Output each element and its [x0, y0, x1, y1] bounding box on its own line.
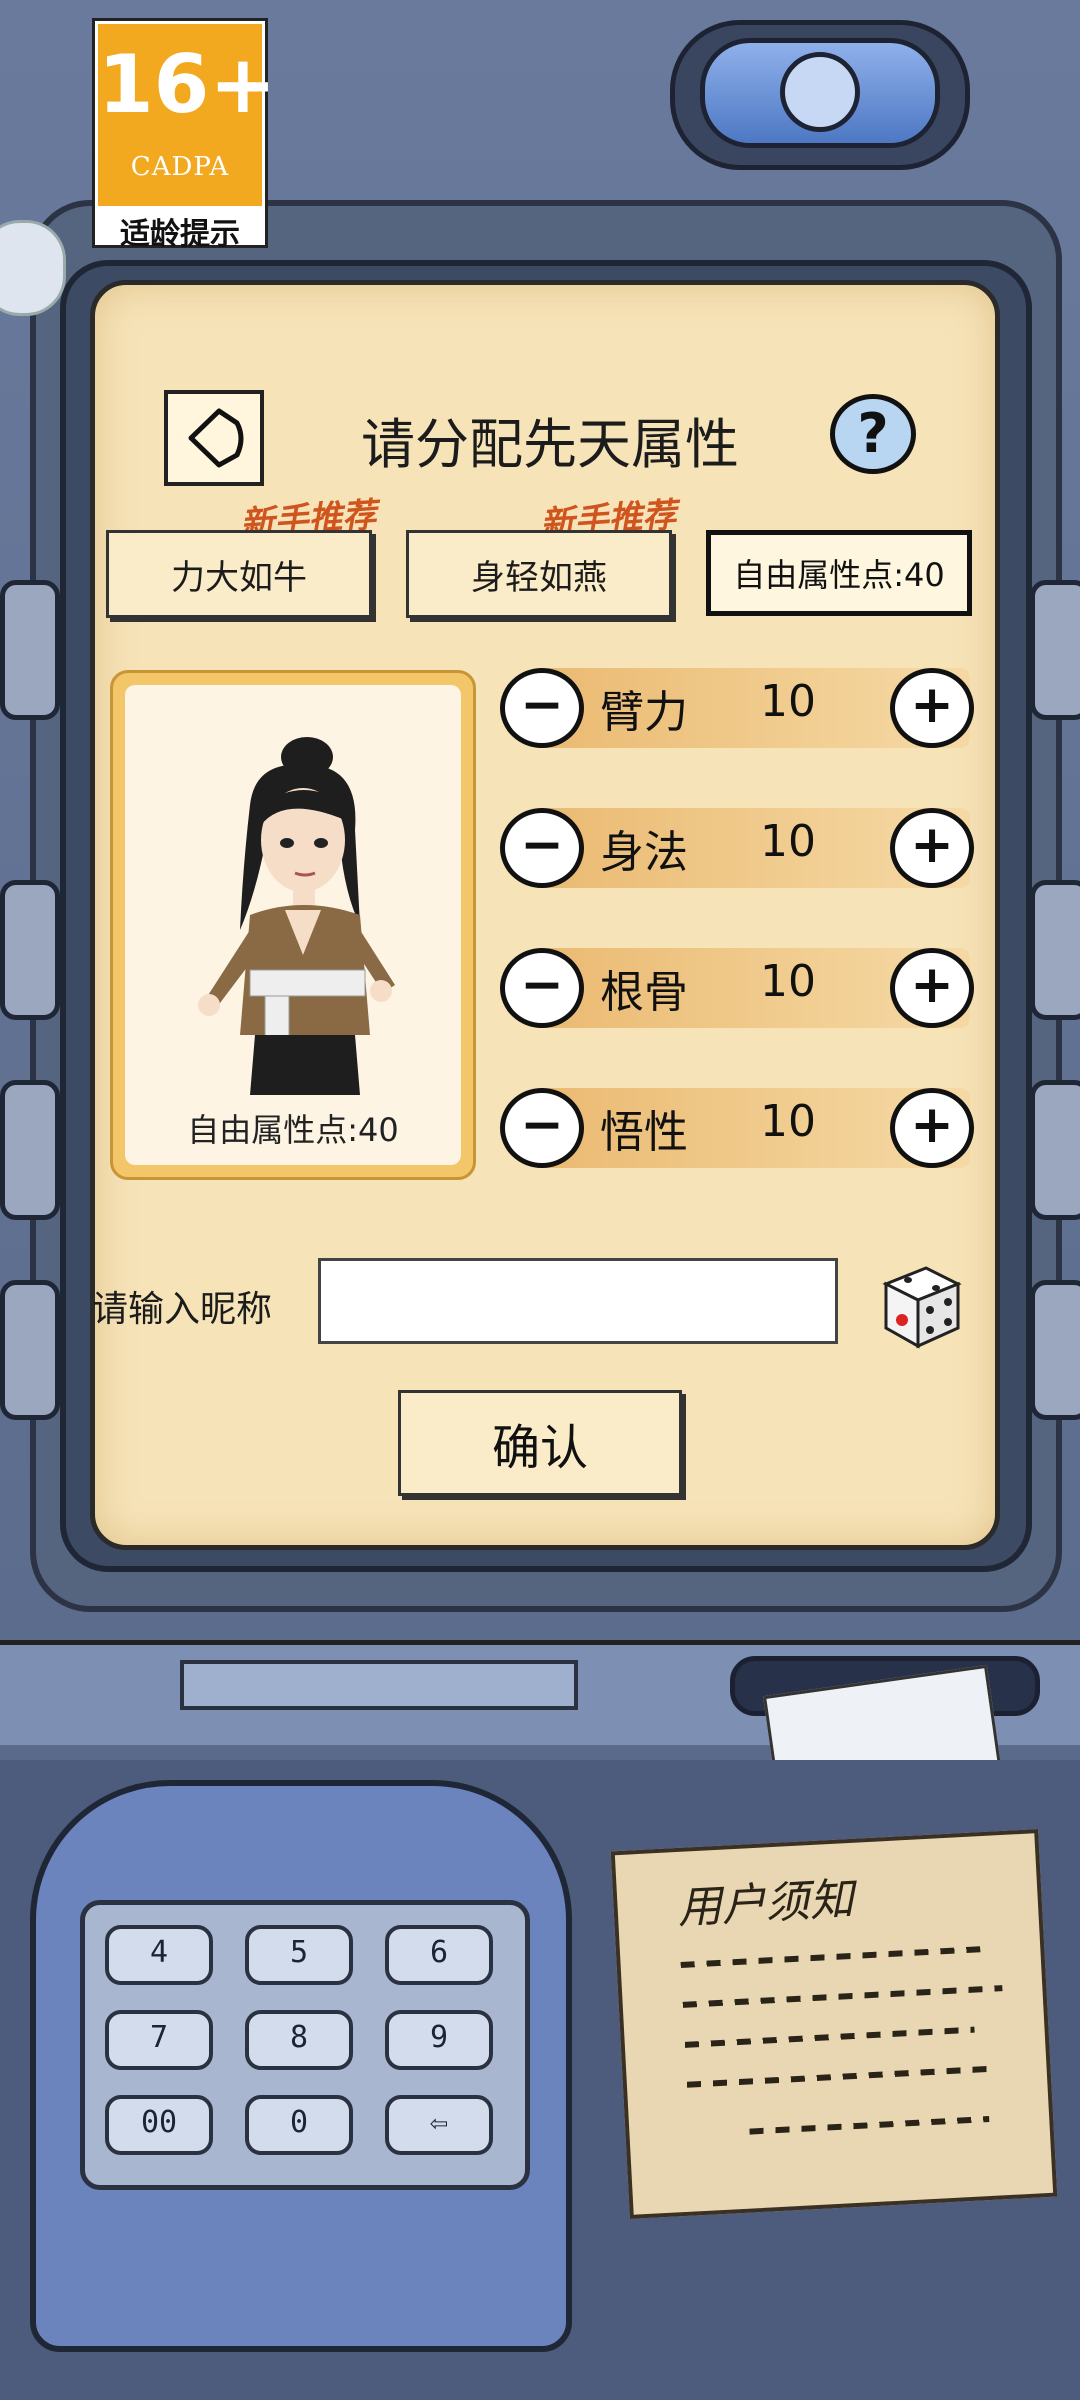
key-back: ⇦ [385, 2095, 493, 2155]
key-00: 00 [105, 2095, 213, 2155]
key-7: 7 [105, 2010, 213, 2070]
key-6: 6 [385, 1925, 493, 1985]
attribute-value-constitution: 10 [760, 956, 816, 1007]
attribute-value-comprehension: 10 [760, 1096, 816, 1147]
user-notice-paper[interactable]: 用户须知 [610, 1829, 1058, 2219]
attribute-value-strength: 10 [760, 676, 816, 727]
card-slot [180, 1660, 578, 1710]
page-title: 请分配先天属性 [361, 413, 739, 476]
attribute-name-comprehension: 悟性 [600, 1107, 688, 1158]
constitution-minus-button[interactable]: − [500, 948, 584, 1028]
character-portrait [198, 737, 395, 1095]
preset-agility-button[interactable]: 身轻如燕 [406, 530, 672, 618]
comprehension-plus-button[interactable]: + [890, 1088, 974, 1168]
attribute-row-constitution: − 根骨 10 + [490, 938, 980, 1038]
preset-agility-label: 身轻如燕 [471, 557, 607, 598]
notice-scribble-line [686, 2065, 997, 2088]
floating-assistant-icon[interactable] [0, 220, 66, 316]
nickname-input[interactable] [318, 1258, 838, 1344]
side-button-right-2 [1030, 880, 1080, 1020]
attribute-name-strength: 臂力 [600, 687, 688, 738]
dice-icon [882, 1266, 962, 1349]
agility-minus-button[interactable]: − [500, 808, 584, 888]
attribute-row-agility: − 身法 10 + [490, 798, 980, 898]
strength-plus-button[interactable]: + [890, 668, 974, 748]
age-rating-org: CADPA [130, 152, 230, 182]
confirm-button[interactable]: 确认 [398, 1390, 682, 1496]
side-button-right-4 [1030, 1280, 1080, 1420]
strength-minus-button[interactable]: − [500, 668, 584, 748]
keypad: 4 5 6 7 8 9 00 0 ⇦ [80, 1900, 530, 2190]
back-arrow-icon [188, 408, 244, 468]
age-rating-badge: 16+ CADPA 适龄提示 [92, 18, 277, 252]
help-button[interactable]: ? [830, 394, 916, 474]
camera-icon [780, 52, 860, 132]
key-0: 0 [245, 2095, 353, 2155]
constitution-plus-button[interactable]: + [890, 948, 974, 1028]
comprehension-minus-button[interactable]: − [500, 1088, 584, 1168]
attribute-value-agility: 10 [760, 816, 816, 867]
random-name-button[interactable] [866, 1254, 966, 1354]
attribute-row-strength: − 臂力 10 + [490, 658, 980, 758]
free-points-display: 自由属性点:40 [706, 530, 972, 616]
notice-scribble-line [682, 1985, 1003, 2008]
confirm-label: 确认 [491, 1420, 588, 1476]
key-8: 8 [245, 2010, 353, 2070]
side-button-right-1 [1030, 580, 1080, 720]
preset-strength-button[interactable]: 力大如牛 [106, 530, 372, 618]
nickname-label: 请输入昵称 [92, 1289, 273, 1330]
attribute-row-comprehension: − 悟性 10 + [490, 1078, 980, 1178]
attribute-name-agility: 身法 [600, 827, 688, 878]
side-button-left-4 [0, 1280, 60, 1420]
back-button[interactable] [164, 390, 264, 486]
side-button-left-3 [0, 1080, 60, 1220]
notice-title: 用户须知 [676, 1873, 855, 1934]
attribute-name-constitution: 根骨 [600, 967, 688, 1018]
preset-strength-label: 力大如牛 [171, 557, 307, 598]
age-rating-caption: 适龄提示 [120, 217, 240, 252]
notice-scribble-line [684, 2026, 975, 2048]
agility-plus-button[interactable]: + [890, 808, 974, 888]
character-card-inner: 自由属性点:40 [125, 685, 461, 1165]
key-9: 9 [385, 2010, 493, 2070]
side-button-left-1 [0, 580, 60, 720]
age-rating-top: 16+ CADPA [98, 24, 277, 206]
character-card: 自由属性点:40 [110, 670, 476, 1180]
key-4: 4 [105, 1925, 213, 1985]
key-5: 5 [245, 1925, 353, 1985]
character-points-label: 自由属性点:40 [187, 1111, 399, 1149]
notice-scribble-line [749, 2116, 990, 2135]
side-button-left-2 [0, 880, 60, 1020]
side-button-right-3 [1030, 1080, 1080, 1220]
age-rating-number: 16+ [98, 38, 277, 131]
notice-scribble-line [680, 1946, 981, 1968]
free-points-label: 自由属性点:40 [733, 556, 945, 594]
